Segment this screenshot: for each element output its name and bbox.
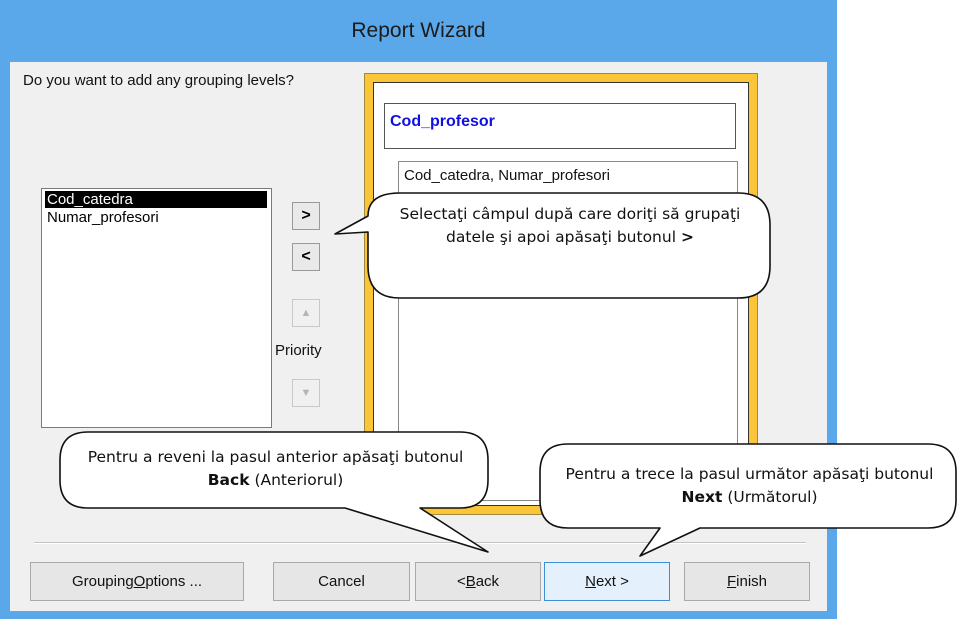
remove-grouping-button[interactable]: <: [292, 243, 320, 271]
window-title: Report Wizard: [351, 19, 486, 42]
grouping-prompt: Do you want to add any grouping levels?: [23, 72, 295, 89]
group-header-box: Cod_profesor: [384, 103, 736, 149]
list-item[interactable]: Numar_profesori: [45, 209, 161, 226]
footer-divider: [34, 542, 806, 544]
button-mnemonic: N: [585, 573, 596, 590]
button-mnemonic: F: [726, 573, 737, 590]
callout-text: Pentru a reveni la pasul anterior apăsaţ…: [87, 448, 464, 466]
next-button[interactable]: Next >: [544, 562, 670, 601]
callout-select-text: Selectaţi câmpul după care doriţi să gru…: [385, 203, 755, 249]
report-wizard-window: Report Wizard Do you want to add any gro…: [0, 0, 837, 619]
wizard-body: Do you want to add any grouping levels? …: [10, 62, 827, 611]
priority-up-button[interactable]: ▲: [292, 299, 320, 327]
callout-text: (Următorul): [727, 488, 818, 506]
preview-page: Cod_profesor Cod_catedra, Numar_profesor…: [373, 82, 749, 506]
cancel-button[interactable]: Cancel: [273, 562, 410, 601]
back-button[interactable]: < Back: [415, 562, 541, 601]
callout-back-text: Pentru a reveni la pasul anterior apăsaţ…: [78, 446, 473, 492]
callout-text: (Anteriorul): [254, 471, 344, 489]
button-label: ack: [475, 573, 500, 590]
available-fields-list[interactable]: Cod_catedra Numar_profesori: [41, 188, 272, 428]
button-mnemonic: O: [133, 573, 146, 590]
list-item[interactable]: Cod_catedra: [45, 191, 267, 208]
button-label: ext >: [595, 573, 629, 590]
button-label: inish: [736, 573, 768, 590]
button-label: <: [456, 573, 466, 590]
button-mnemonic: B: [465, 573, 476, 590]
add-grouping-button[interactable]: >: [292, 202, 320, 230]
callout-next-text: Pentru a trece la pasul următor apăsaţi …: [552, 463, 947, 509]
grouping-options-button[interactable]: Grouping Options ...: [30, 562, 244, 601]
priority-label: Priority: [275, 342, 322, 359]
callout-bold: >: [680, 228, 694, 246]
callout-bold: Next: [681, 488, 723, 506]
callout-bold: Back: [207, 471, 250, 489]
arrow-down-icon: ▼: [300, 387, 312, 399]
button-label: Cancel: [318, 573, 365, 590]
detail-fields: Cod_catedra, Numar_profesori: [404, 167, 610, 184]
arrow-up-icon: ▲: [300, 307, 312, 319]
finish-button[interactable]: Finish: [684, 562, 810, 601]
button-label: ptions ...: [145, 573, 203, 590]
button-label: Grouping: [71, 573, 134, 590]
priority-down-button[interactable]: ▼: [292, 379, 320, 407]
group-header-field: Cod_profesor: [390, 113, 495, 130]
callout-text: Pentru a trece la pasul următor apăsaţi …: [565, 465, 934, 483]
